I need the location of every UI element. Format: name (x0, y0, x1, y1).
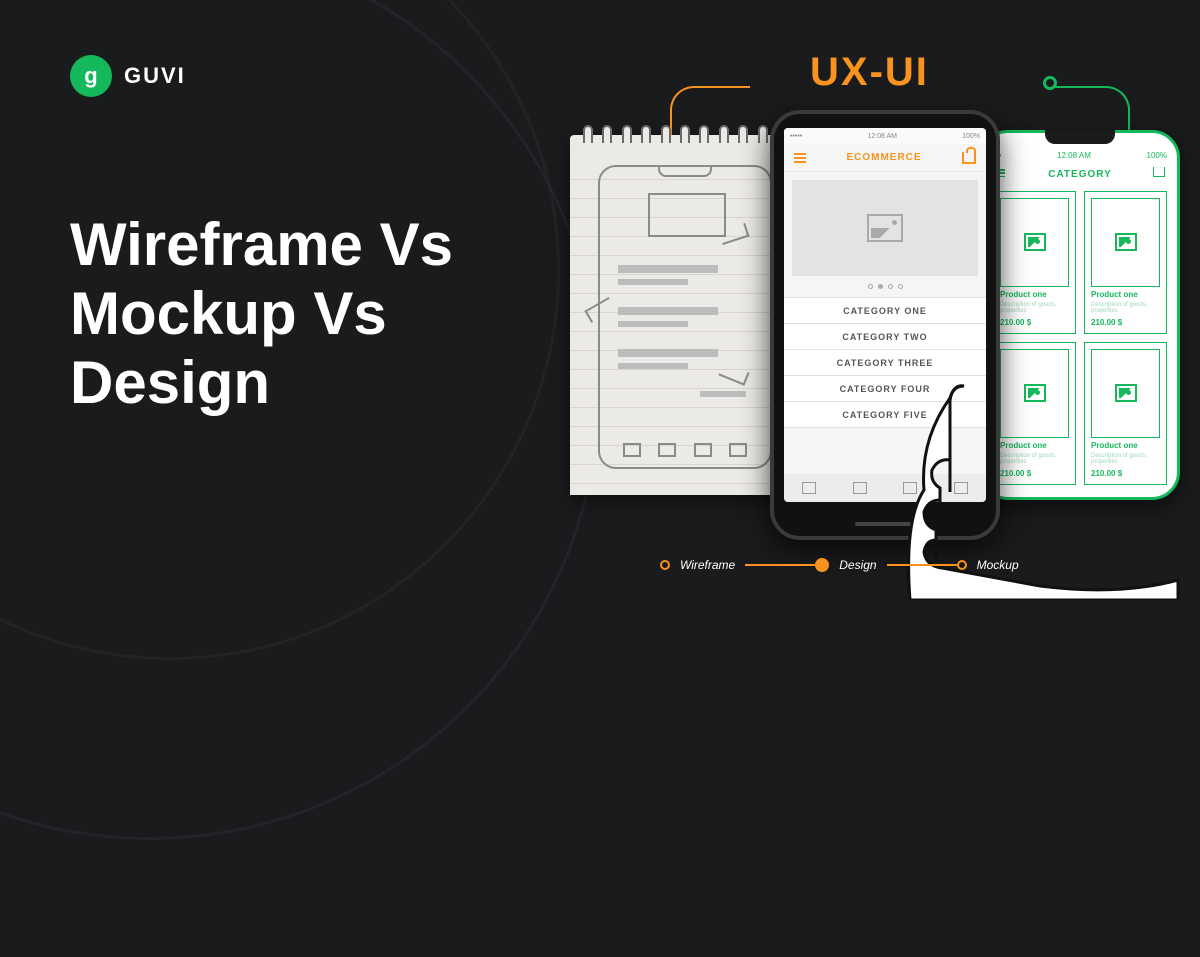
step-dot-icon (957, 560, 967, 570)
stats-icon (853, 482, 867, 494)
bottom-bar-placeholder (614, 443, 756, 457)
uxui-label: UX-UI (810, 50, 929, 95)
product-price: 210.00 $ (1000, 318, 1069, 327)
step-label: Wireframe (680, 558, 735, 572)
category-row: CATEGORY TWO (784, 324, 986, 350)
carousel-dots (784, 284, 986, 289)
status-bar: ••••• 12:08 AM 100% (784, 128, 986, 144)
notepad-spiral-icon (570, 125, 800, 145)
cart-icon (962, 152, 976, 164)
phone-notch-icon (658, 167, 712, 177)
hamburger-icon (794, 153, 806, 163)
text-line-placeholder (618, 279, 688, 285)
category-row: CATEGORY ONE (784, 298, 986, 324)
step-dot-icon (815, 558, 829, 572)
callout-dot-icon (1043, 76, 1057, 90)
app-header: ECOMMERCE (784, 144, 986, 172)
battery-text: 100% (962, 133, 980, 140)
step-dot-icon (660, 560, 670, 570)
product-price: 210.00 $ (1091, 318, 1160, 327)
status-bar: ••• 12:08 AM 100% (993, 151, 1167, 160)
hero-image-placeholder (792, 180, 978, 276)
image-placeholder-icon (1000, 198, 1069, 287)
text-line-placeholder (618, 307, 718, 315)
text-line-placeholder (618, 349, 718, 357)
image-placeholder-icon (1091, 198, 1160, 287)
app-title: ECOMMERCE (846, 152, 921, 163)
phone-notch-icon (1045, 130, 1115, 144)
step-mockup: Mockup (957, 558, 1029, 572)
text-line-placeholder (700, 391, 746, 397)
step-design: Design (815, 558, 886, 572)
process-stepper: Wireframe Design Mockup (660, 558, 1029, 572)
image-placeholder-icon (867, 214, 903, 242)
clock-text: 12:08 AM (1057, 151, 1091, 160)
wireframe-panel (570, 135, 800, 495)
cart-icon (1153, 167, 1165, 177)
clock-text: 12:08 AM (867, 133, 897, 140)
category-row: CATEGORY THREE (784, 350, 986, 376)
step-connector (745, 564, 815, 566)
logo-badge-icon: g (70, 55, 112, 97)
product-card: Product one Description of goods, proper… (1084, 191, 1167, 334)
text-line-placeholder (618, 363, 688, 369)
product-title: Product one (1091, 290, 1160, 299)
text-line-placeholder (618, 265, 718, 273)
brand-logo: g GUVI (70, 55, 186, 97)
step-connector (887, 564, 957, 566)
text-line-placeholder (618, 321, 688, 327)
signal-icon: ••••• (790, 133, 802, 140)
wireframe-phone-outline (598, 165, 772, 469)
arrow-icon (718, 362, 749, 385)
product-desc: Description of goods, properties (1091, 302, 1160, 315)
product-desc: Description of goods, properties (1000, 302, 1069, 315)
step-label: Design (839, 558, 876, 572)
product-title: Product one (1000, 290, 1069, 299)
step-label: Mockup (977, 558, 1019, 572)
step-wireframe: Wireframe (660, 558, 745, 572)
logo-text: GUVI (124, 63, 186, 89)
page-title: Wireframe Vs Mockup Vs Design (70, 210, 453, 417)
mockup-header: CATEGORY (983, 169, 1177, 180)
hero-placeholder (648, 193, 726, 237)
battery-text: 100% (1147, 151, 1167, 160)
product-card: Product one Description of goods, proper… (993, 191, 1076, 334)
heart-icon (802, 482, 816, 494)
